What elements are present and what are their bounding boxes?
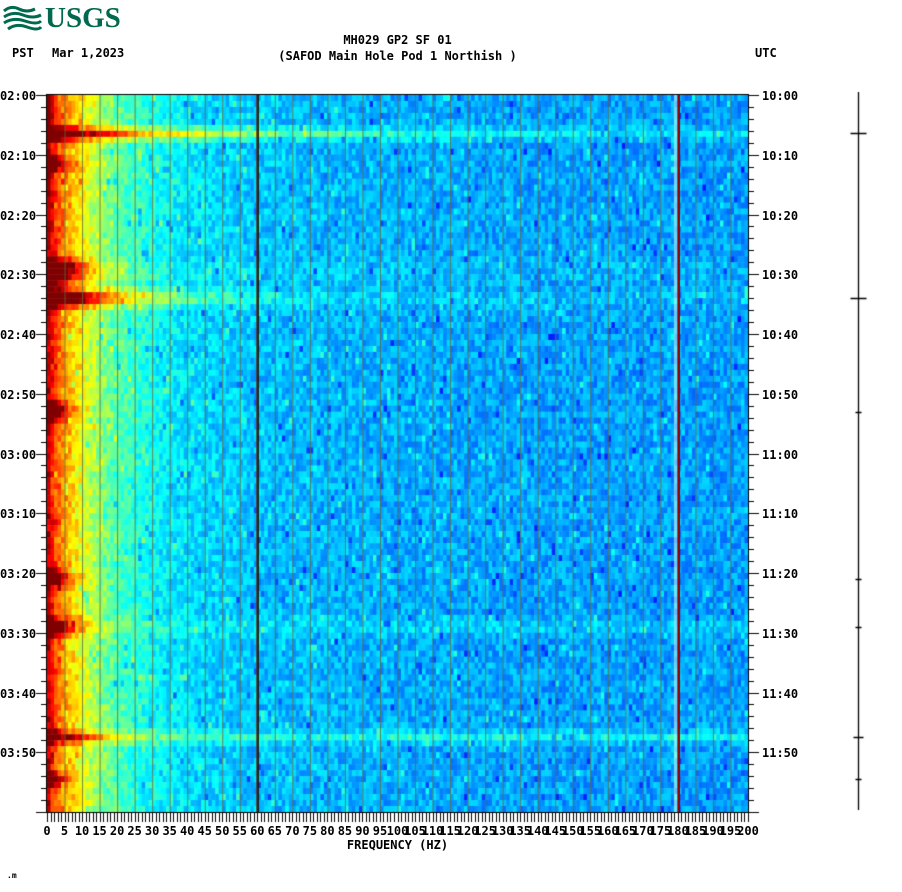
right-time-label: 11:30 (762, 626, 799, 641)
usgs-logo-text: USGS (45, 2, 121, 34)
right-time-label: 10:50 (762, 387, 799, 402)
corner-mark: .m (7, 871, 17, 880)
left-time-label: 02:10 (0, 148, 37, 163)
left-time-label: 03:00 (0, 447, 37, 462)
usgs-logo: USGS (3, 2, 121, 35)
right-time-label: 11:10 (762, 507, 799, 522)
right-time-label: 11:00 (762, 447, 799, 462)
left-time-label: 02:50 (0, 387, 37, 402)
left-time-label: 03:20 (0, 567, 37, 581)
spectrogram-page: USGS PST Mar 1,2023 MH029 GP2 SF 01 (SAF… (0, 0, 902, 892)
right-time-label: 10:00 (762, 89, 799, 103)
left-time-label: 03:50 (0, 746, 37, 761)
left-time-label: 02:20 (0, 208, 37, 223)
right-time-label: 10:40 (762, 328, 799, 342)
chart-subtitle: (SAFOD Main Hole Pod 1 Northish ) (278, 49, 517, 63)
right-time-label: 11:40 (762, 686, 799, 701)
left-time-label: 03:10 (0, 507, 37, 522)
left-time-label: 02:40 (0, 328, 37, 342)
timezone-right-label: UTC (755, 46, 777, 60)
right-time-label: 11:20 (762, 567, 799, 581)
right-time-label: 10:30 (762, 268, 799, 283)
right-time-label: 10:20 (762, 208, 799, 223)
timezone-left-label: PST (12, 46, 34, 60)
x-axis-title: FREQUENCY (HZ) (346, 838, 449, 852)
chart-title: MH029 GP2 SF 01 (343, 33, 452, 47)
right-time-label: 10:10 (762, 148, 799, 163)
left-time-label: 02:30 (0, 268, 37, 283)
right-time-label: 11:50 (762, 746, 799, 761)
left-time-label: 03:30 (0, 626, 37, 641)
left-time-label: 02:00 (0, 89, 37, 103)
freq-tick-label: 200 (737, 824, 759, 838)
left-time-label: 03:40 (0, 686, 37, 701)
usgs-wave-icon (3, 5, 43, 30)
